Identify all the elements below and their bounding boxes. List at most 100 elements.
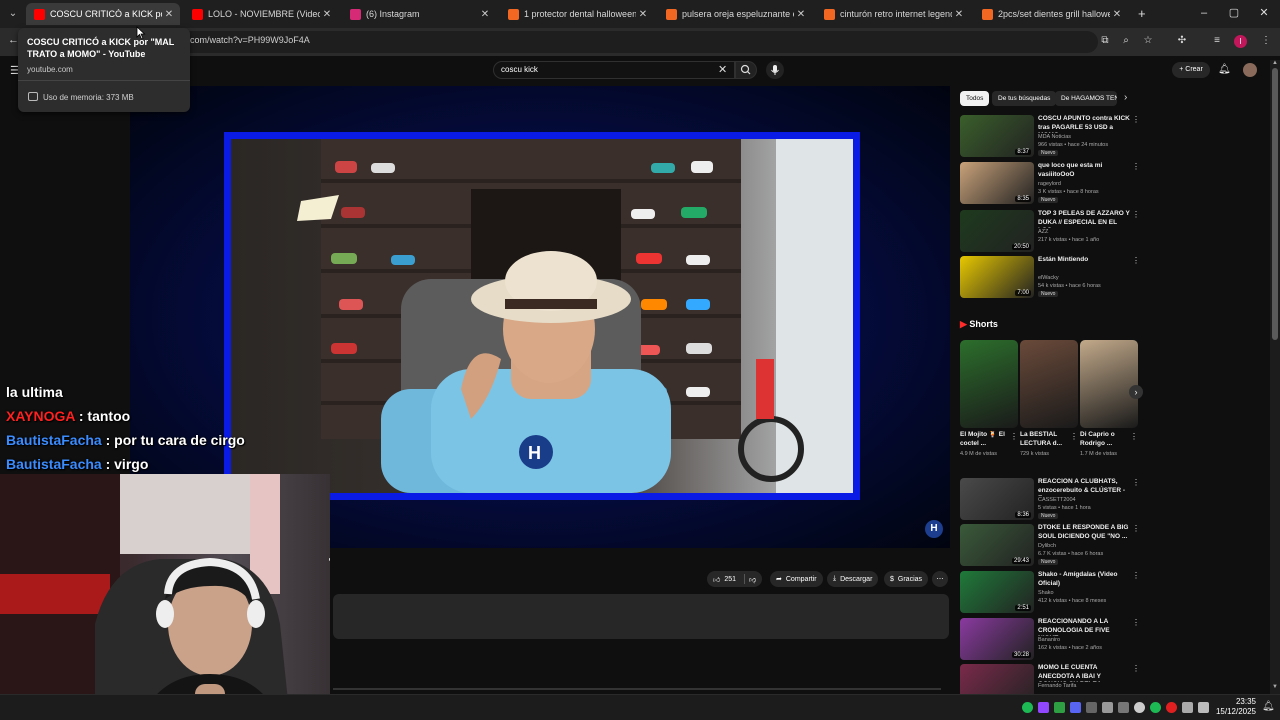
video-title[interactable]: COSCU APUNTÓ contra KICK tras PAGARLE 53… [1038, 115, 1130, 133]
channel-avatar[interactable] [1243, 63, 1257, 77]
video-thumbnail[interactable]: 7:00 [960, 256, 1034, 298]
recommended-video[interactable]: 20:50 TOP 3 PELEAS DE AZZARO Y DUKA // ES… [960, 210, 1140, 254]
close-window-button[interactable]: ✕ [1254, 5, 1274, 21]
more-actions-button[interactable]: ⋯ [932, 571, 948, 587]
channel-name[interactable]: Dylibch [1038, 543, 1056, 549]
browser-tab[interactable]: cinturón retro internet legend ✕ [816, 3, 970, 25]
network-icon[interactable] [1198, 702, 1209, 713]
more-options-icon[interactable]: ⋮ [1132, 524, 1140, 533]
chip-channel[interactable]: De HAGAMOS TEN [1055, 91, 1117, 106]
browser-tab[interactable]: 1 protector dental halloween fa ✕ [500, 3, 654, 25]
browser-tab[interactable]: (6) Instagram ✕ [342, 3, 496, 25]
description-box[interactable] [333, 594, 949, 639]
tab-close-icon[interactable]: ✕ [320, 9, 334, 20]
clear-search-icon[interactable]: ✕ [718, 63, 727, 76]
video-thumbnail[interactable]: 8:37 [960, 115, 1034, 157]
short-thumbnail[interactable] [1080, 340, 1138, 428]
more-options-icon[interactable]: ⋮ [1132, 115, 1140, 124]
controller-icon[interactable] [1086, 702, 1097, 713]
channel-name[interactable]: CASSETT2004 [1038, 497, 1076, 503]
video-title[interactable]: MOMO LE CUENTA ANECDOTA A IBAI Y GONCHO … [1038, 664, 1130, 682]
more-options-icon[interactable]: ⋮ [1132, 478, 1140, 487]
video-title[interactable]: Shako - Amígdalas (Video Oficial) [1038, 571, 1130, 588]
video-title[interactable]: REACCION A CLUBHATS, enzocerebuito & CLÚ… [1038, 478, 1130, 496]
share-button[interactable]: ➦ Compartir [770, 571, 823, 587]
video-title[interactable]: REACCIONANDO A LA CRONOLOGIA DE FIVE NIG… [1038, 618, 1130, 636]
video-thumbnail[interactable]: 29:43 [960, 524, 1034, 566]
notification-center-icon[interactable]: 🔔︎ [1262, 701, 1275, 712]
tray-app-icon[interactable] [1022, 702, 1033, 713]
recommended-video[interactable]: 30:28 REACCIONANDO A LA CRONOLOGIA DE FIV… [960, 618, 1140, 662]
short-more-icon[interactable]: ⋮ [1010, 432, 1018, 441]
tab-close-icon[interactable]: ✕ [794, 9, 808, 20]
zoom-icon[interactable]: ⌕ [1119, 34, 1133, 48]
microphone-tray-icon[interactable] [1102, 702, 1113, 713]
channel-name[interactable]: Shako [1038, 590, 1054, 596]
video-thumbnail[interactable]: 8:35 [960, 162, 1034, 204]
new-tab-button[interactable]: + [1138, 6, 1146, 21]
video-thumbnail[interactable]: 30:28 [960, 618, 1034, 660]
chips-next-arrow-icon[interactable]: › [1124, 92, 1127, 103]
channel-watermark-logo[interactable]: H [925, 520, 943, 538]
video-title[interactable]: TOP 3 PELEAS DE AZZARO Y DUKA // ESPECIA… [1038, 210, 1130, 228]
thanks-button[interactable]: $ Gracias [884, 571, 929, 587]
more-options-icon[interactable]: ⋮ [1132, 256, 1140, 265]
browser-tab[interactable]: pulsera oreja espeluznante est ✕ [658, 3, 812, 25]
url-text[interactable]: com/watch?v=PH99W9JoF4A [190, 35, 310, 45]
video-thumbnail[interactable]: 2:51 [960, 571, 1034, 613]
voice-search-button[interactable] [766, 61, 784, 79]
volume-icon[interactable] [1182, 702, 1193, 713]
more-options-icon[interactable]: ⋮ [1132, 571, 1140, 580]
recommended-video[interactable]: 8:37 COSCU APUNTÓ contra KICK tras PAGARL… [960, 115, 1140, 159]
short-more-icon[interactable]: ⋮ [1070, 432, 1078, 441]
more-options-icon[interactable]: ⋮ [1132, 618, 1140, 627]
recommended-video[interactable]: 2:51 Shako - Amígdalas (Video Oficial) Sha… [960, 571, 1140, 615]
install-app-icon[interactable]: ⧉ [1098, 34, 1112, 48]
recommended-video[interactable]: 29:43 DTOKE LE RESPONDE A BIG SOUL DICIEN… [960, 524, 1140, 568]
record-icon[interactable] [1166, 702, 1177, 713]
chip-from-searches[interactable]: De tus búsquedas [992, 91, 1057, 106]
short-thumbnail[interactable] [960, 340, 1018, 428]
browser-tab[interactable]: 2pcs/set dientes grill halloween✕ [974, 3, 1128, 25]
menu-kebab-icon[interactable]: ⋮ [1259, 34, 1273, 48]
channel-name[interactable]: MDA Noticias [1038, 134, 1071, 140]
browser-tab[interactable]: COSCU CRITICÓ a KICK por "MAL TRATO a MO… [26, 3, 180, 25]
taskbar-clock[interactable]: 23:35 15/12/2025 [1212, 697, 1256, 717]
more-options-icon[interactable]: ⋮ [1132, 210, 1140, 219]
like-button[interactable]: 👍︎ 251 👎︎ [707, 571, 763, 587]
search-button[interactable] [735, 61, 757, 79]
extensions-icon[interactable]: ✣ [1175, 34, 1189, 48]
tab-close-icon[interactable]: ✕ [162, 9, 176, 20]
maximize-button[interactable]: ▢ [1224, 5, 1244, 21]
short-more-icon[interactable]: ⋮ [1130, 432, 1138, 441]
tab-close-icon[interactable]: ✕ [1110, 9, 1124, 20]
shorts-next-arrow-icon[interactable]: › [1129, 385, 1143, 399]
thumbs-down-icon[interactable]: 👎︎ [749, 575, 756, 584]
reading-list-icon[interactable]: ≡ [1210, 34, 1224, 48]
scroll-up-arrow-icon[interactable]: ▲ [1272, 60, 1278, 66]
tab-close-icon[interactable]: ✕ [636, 9, 650, 20]
recommended-video[interactable]: 8:35 que loco que esta mi vasiiitoOoO rage… [960, 162, 1140, 206]
more-options-icon[interactable]: ⋮ [1132, 664, 1140, 673]
channel-name[interactable]: elWacky [1038, 275, 1059, 281]
tray-app-icon[interactable] [1054, 702, 1065, 713]
video-title[interactable]: DTOKE LE RESPONDE A BIG SOUL DICIENDO QU… [1038, 524, 1130, 541]
video-title[interactable]: Están Mintiendo [1038, 256, 1130, 265]
scrollbar-thumb[interactable] [1272, 68, 1278, 340]
twitch-icon[interactable] [1038, 702, 1049, 713]
spotify-icon[interactable] [1150, 702, 1161, 713]
recommended-video[interactable]: 7:00 Están Mintiendo elWacky 54 k vistas • … [960, 256, 1140, 300]
tray-app-icon[interactable] [1118, 702, 1129, 713]
minimize-button[interactable]: – [1194, 5, 1214, 21]
download-button[interactable]: ⤓ Descargar [827, 571, 879, 587]
video-thumbnail[interactable]: 8:36 [960, 478, 1034, 520]
bookmark-star-icon[interactable]: ☆ [1141, 34, 1155, 48]
channel-name[interactable]: Bananiro [1038, 637, 1060, 643]
video-title[interactable]: que loco que esta mi vasiiitoOoO [1038, 162, 1130, 179]
more-options-icon[interactable]: ⋮ [1132, 162, 1140, 171]
discord-icon[interactable] [1070, 702, 1081, 713]
chip-all[interactable]: Todos [960, 91, 990, 106]
browser-tab[interactable]: LOLO - NOVIEMBRE (Video Oficial)✕ [184, 3, 338, 25]
tray-app-icon[interactable] [1134, 702, 1145, 713]
profile-avatar[interactable]: I [1234, 35, 1247, 48]
